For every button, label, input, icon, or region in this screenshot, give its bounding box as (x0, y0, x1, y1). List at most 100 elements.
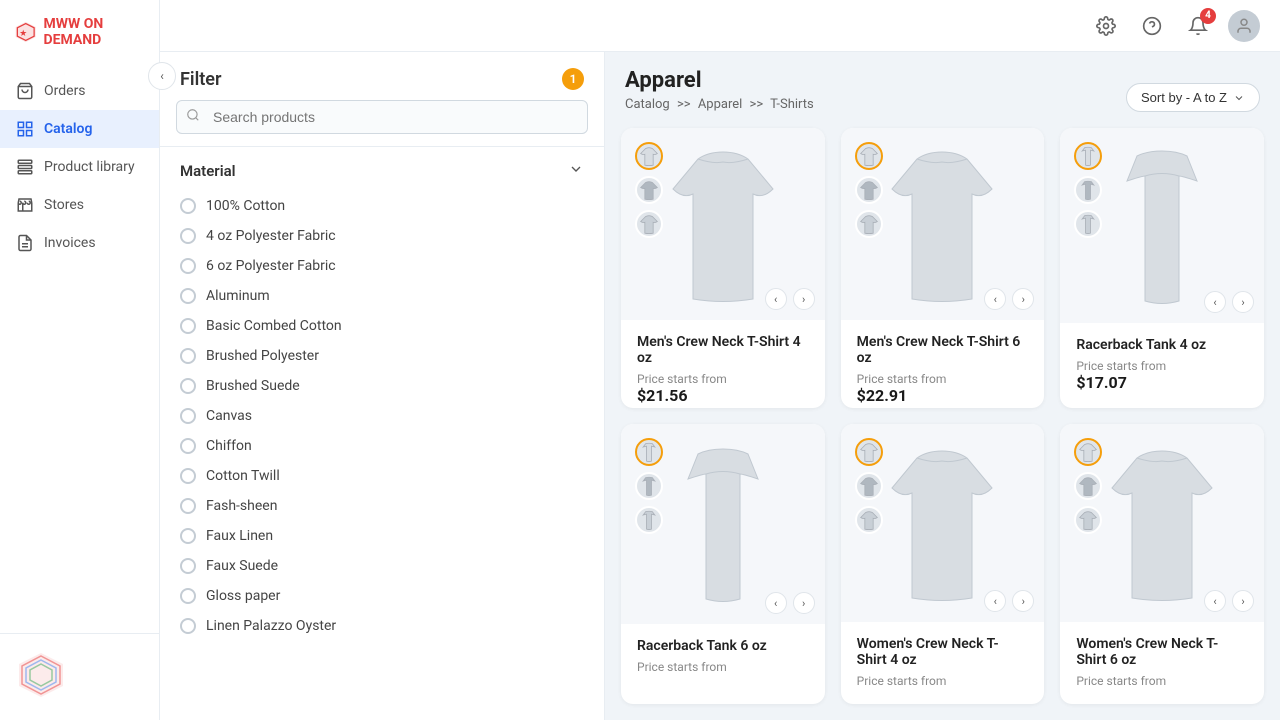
store-icon (16, 196, 34, 214)
product-card[interactable]: ‹ › Men's Crew Neck T-Shirt 4 oz Price s… (621, 128, 825, 408)
radio-button[interactable] (180, 348, 196, 364)
material-item[interactable]: Fash-sheen (176, 491, 588, 521)
material-item[interactable]: 4 oz Polyester Fabric (176, 221, 588, 251)
product-prev-button[interactable]: ‹ (765, 288, 787, 310)
radio-button[interactable] (180, 228, 196, 244)
product-prev-button[interactable]: ‹ (765, 592, 787, 614)
material-label: Brushed Polyester (206, 348, 319, 364)
radio-button[interactable] (180, 378, 196, 394)
radio-button[interactable] (180, 258, 196, 274)
sidebar-item-invoices[interactable]: Invoices (0, 224, 159, 262)
radio-button[interactable] (180, 528, 196, 544)
product-thumbnail[interactable] (855, 142, 883, 170)
product-thumbnail[interactable] (855, 472, 883, 500)
material-item[interactable]: Faux Linen (176, 521, 588, 551)
notification-count: 4 (1200, 8, 1216, 24)
material-item[interactable]: Gloss paper (176, 581, 588, 611)
product-card[interactable]: ‹ › Women's Crew Neck T-Shirt 4 oz Price… (841, 424, 1045, 704)
material-label: 4 oz Polyester Fabric (206, 228, 336, 244)
product-card[interactable]: ‹ › Racerback Tank 4 oz Price starts fro… (1060, 128, 1264, 408)
product-card[interactable]: ‹ › Men's Crew Neck T-Shirt 6 oz Price s… (841, 128, 1045, 408)
product-prev-button[interactable]: ‹ (984, 590, 1006, 612)
product-next-button[interactable]: › (1012, 288, 1034, 310)
product-prev-button[interactable]: ‹ (1204, 291, 1226, 313)
product-thumbnail[interactable] (635, 210, 663, 238)
product-thumbnail[interactable] (855, 506, 883, 534)
product-thumbnail[interactable] (1074, 472, 1102, 500)
material-item[interactable]: Canvas (176, 401, 588, 431)
product-thumbnail[interactable] (635, 438, 663, 466)
product-next-button[interactable]: › (1012, 590, 1034, 612)
logo-text: MWW ON DEMAND (43, 16, 145, 48)
material-item[interactable]: Chiffon (176, 431, 588, 461)
product-card[interactable]: ‹ › Racerback Tank 6 oz Price starts fro… (621, 424, 825, 704)
material-label: Fash-sheen (206, 498, 277, 514)
radio-button[interactable] (180, 318, 196, 334)
material-label: Faux Linen (206, 528, 273, 544)
shopping-bag-icon (16, 82, 34, 100)
product-info: Men's Crew Neck T-Shirt 6 oz Price start… (841, 320, 1045, 408)
product-thumbnail[interactable] (1074, 438, 1102, 466)
question-icon (1142, 16, 1162, 36)
product-prev-button[interactable]: ‹ (984, 288, 1006, 310)
radio-button[interactable] (180, 288, 196, 304)
help-button[interactable] (1136, 10, 1168, 42)
product-next-button[interactable]: › (1232, 590, 1254, 612)
product-name: Men's Crew Neck T-Shirt 4 oz (637, 334, 809, 366)
radio-button[interactable] (180, 438, 196, 454)
material-item[interactable]: Faux Suede (176, 551, 588, 581)
material-item[interactable]: Cotton Twill (176, 461, 588, 491)
sidebar-item-product-library[interactable]: Product library (0, 148, 159, 186)
sort-button[interactable]: Sort by - A to Z (1126, 83, 1260, 112)
avatar[interactable] (1228, 10, 1260, 42)
product-next-button[interactable]: › (793, 592, 815, 614)
material-filter-section: Material 100% Cotton 4 oz Polyester Fabr… (160, 146, 604, 720)
material-item[interactable]: Brushed Suede (176, 371, 588, 401)
material-header[interactable]: Material (160, 147, 604, 191)
product-thumbnail[interactable] (635, 506, 663, 534)
material-label: Chiffon (206, 438, 252, 454)
product-next-button[interactable]: › (1232, 291, 1254, 313)
logo: ★ MWW ON DEMAND (0, 0, 159, 64)
product-thumbnail[interactable] (855, 438, 883, 466)
material-item[interactable]: Basic Combed Cotton (176, 311, 588, 341)
chevron-down-icon (1233, 92, 1245, 104)
sidebar-item-catalog[interactable]: Catalog (0, 110, 159, 148)
product-thumbnails (1074, 438, 1102, 534)
product-next-button[interactable]: › (793, 288, 815, 310)
product-prev-button[interactable]: ‹ (1204, 590, 1226, 612)
radio-button[interactable] (180, 468, 196, 484)
settings-button[interactable] (1090, 10, 1122, 42)
product-card[interactable]: ‹ › Women's Crew Neck T-Shirt 6 oz Price… (1060, 424, 1264, 704)
product-thumbnail[interactable] (1074, 506, 1102, 534)
sidebar-item-stores[interactable]: Stores (0, 186, 159, 224)
invoice-icon (16, 234, 34, 252)
product-thumbnail[interactable] (635, 176, 663, 204)
material-item[interactable]: 100% Cotton (176, 191, 588, 221)
product-thumbnail[interactable] (1074, 142, 1102, 170)
product-price: $21.56 (637, 386, 809, 405)
material-item[interactable]: Brushed Polyester (176, 341, 588, 371)
product-thumbnail[interactable] (1074, 176, 1102, 204)
material-item[interactable]: 6 oz Polyester Fabric (176, 251, 588, 281)
product-thumbnail[interactable] (635, 472, 663, 500)
sidebar-item-orders[interactable]: Orders (0, 72, 159, 110)
radio-button[interactable] (180, 558, 196, 574)
radio-button[interactable] (180, 408, 196, 424)
material-item[interactable]: Aluminum (176, 281, 588, 311)
radio-button[interactable] (180, 618, 196, 634)
product-image-area: ‹ › (841, 128, 1045, 320)
sidebar-item-label: Invoices (44, 235, 96, 251)
search-input[interactable] (176, 100, 588, 134)
product-thumbnail[interactable] (855, 176, 883, 204)
product-thumbnail[interactable] (855, 210, 883, 238)
radio-button[interactable] (180, 198, 196, 214)
catalog-area: Apparel Catalog >> Apparel >> T-Shirts S… (605, 52, 1280, 720)
product-thumbnail[interactable] (1074, 210, 1102, 238)
material-item[interactable]: Linen Palazzo Oyster (176, 611, 588, 641)
radio-button[interactable] (180, 498, 196, 514)
product-thumbnail[interactable] (635, 142, 663, 170)
radio-button[interactable] (180, 588, 196, 604)
price-label: Price starts from (637, 660, 809, 674)
notification-button[interactable]: 4 (1182, 10, 1214, 42)
